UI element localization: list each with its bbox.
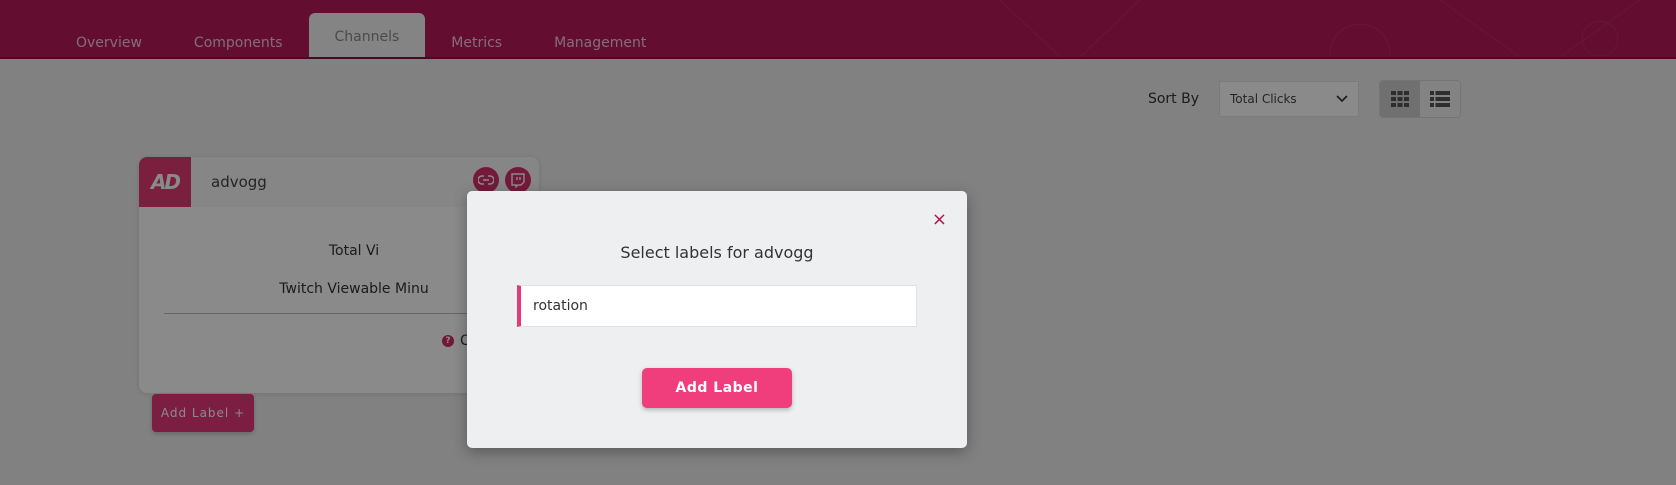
label-modal: × Select labels for advogg Add Label — [467, 191, 967, 448]
add-label-button[interactable]: Add Label — [642, 368, 792, 408]
modal-title: Select labels for advogg — [620, 243, 814, 262]
label-input[interactable] — [517, 285, 917, 327]
close-icon[interactable]: × — [932, 209, 947, 230]
